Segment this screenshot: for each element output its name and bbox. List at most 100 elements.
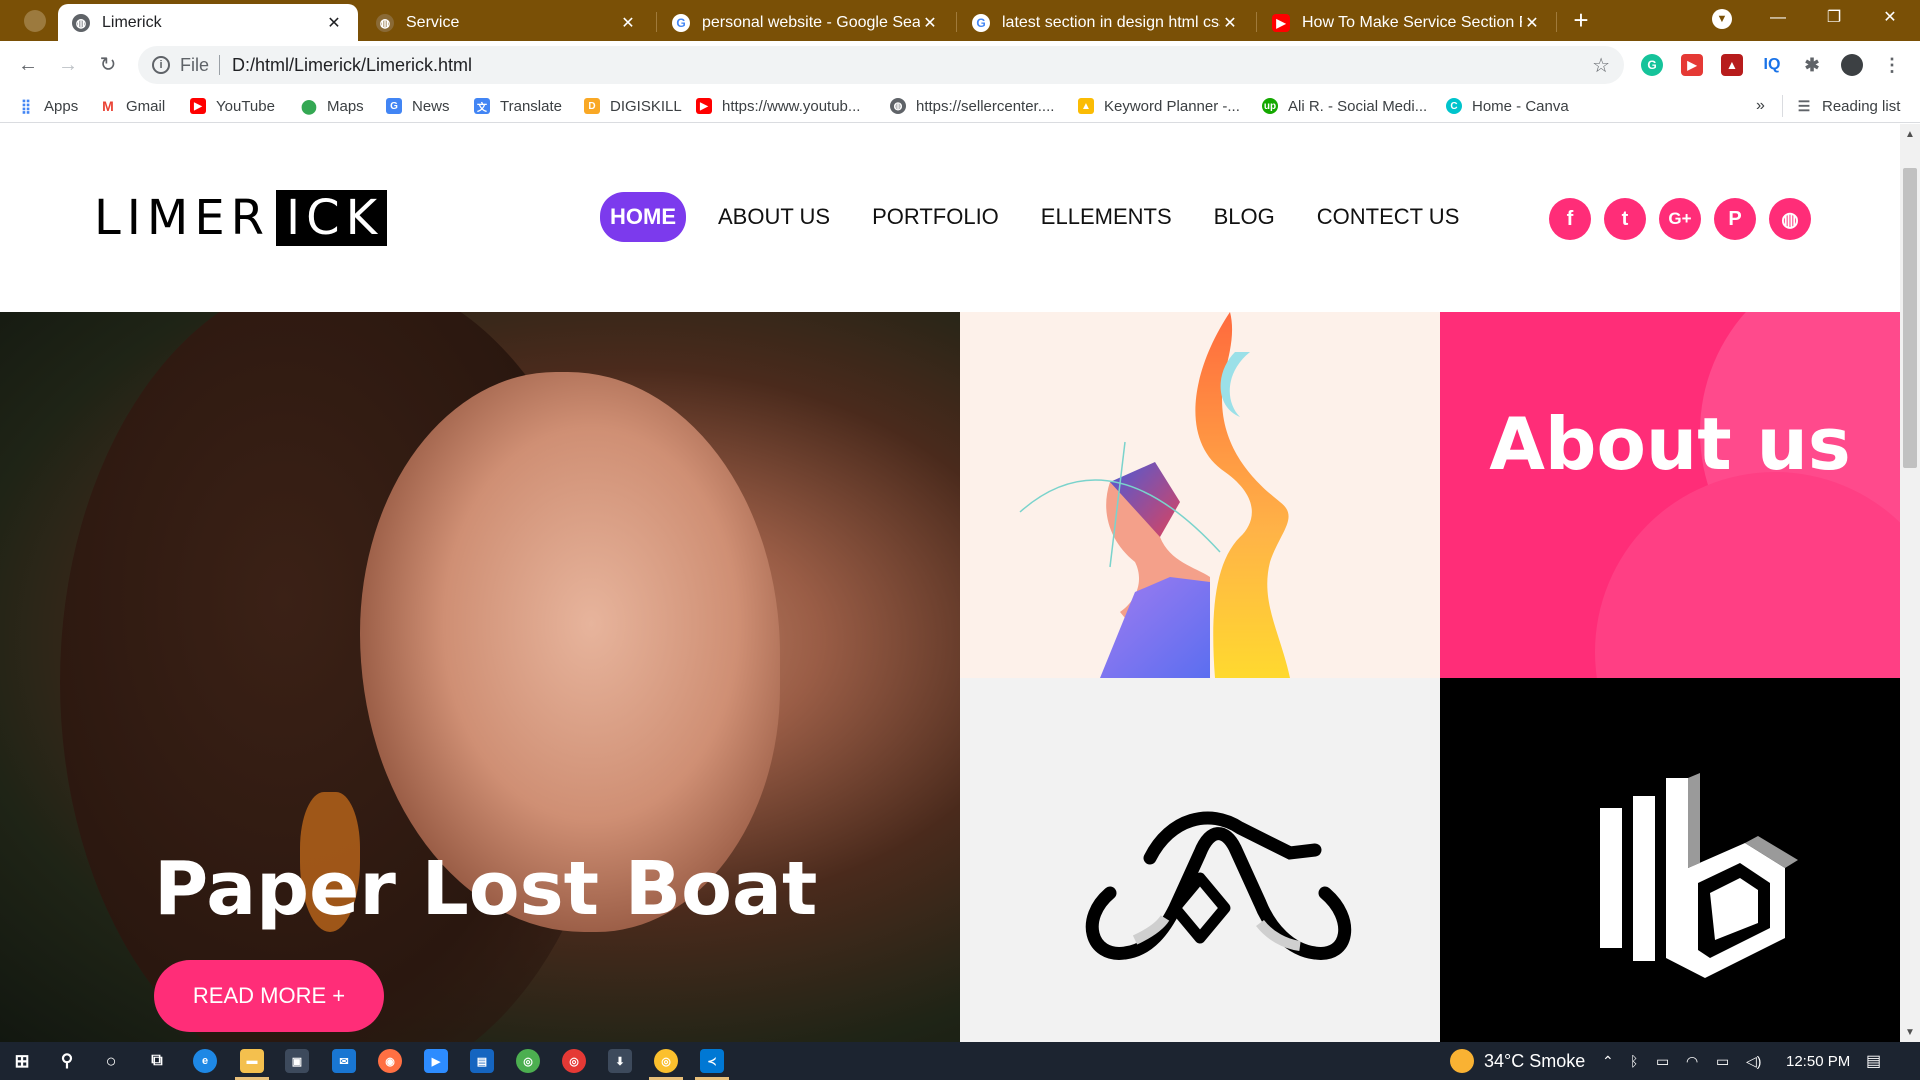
site-logo[interactable]: LIMER ICK [94, 190, 388, 246]
google-plus-icon[interactable]: G+ [1659, 198, 1701, 240]
cortana-circle-icon[interactable]: ○ [99, 1049, 123, 1073]
facebook-icon[interactable]: f [1549, 198, 1591, 240]
wifi-icon[interactable]: ◠ [1686, 1042, 1698, 1080]
edge-icon[interactable]: e [193, 1049, 217, 1073]
window-close-icon[interactable]: ✕ [1862, 0, 1918, 36]
close-tab-icon[interactable]: ✕ [1522, 13, 1542, 33]
bookmark-news[interactable]: G News [386, 95, 450, 117]
gmail-icon: M [100, 98, 116, 114]
calendar-app-icon[interactable]: ▤ [470, 1049, 494, 1073]
menu-item-about-us[interactable]: ABOUT US [718, 204, 830, 230]
youtube-icon: ▶ [1272, 13, 1290, 32]
bookmark-digiskill[interactable]: D DIGISKILL [584, 95, 682, 117]
tab-google-search-1[interactable]: G personal website - Google Search ✕ [658, 4, 954, 41]
pinterest-icon[interactable]: P [1714, 198, 1756, 240]
close-tab-icon[interactable]: ✕ [920, 13, 940, 33]
bookmark-label: DIGISKILL [610, 97, 682, 115]
menu-item-elements[interactable]: ELLEMENTS [1041, 204, 1172, 230]
tab-search-icon[interactable]: ▼ [1694, 0, 1750, 36]
bluetooth-icon[interactable]: ᛒ [1630, 1042, 1638, 1080]
mail-icon[interactable]: ✉ [332, 1049, 356, 1073]
bookmark-keyword-planner[interactable]: ▲ Keyword Planner -... [1078, 95, 1240, 117]
chrome-active-icon[interactable]: ◎ [654, 1049, 678, 1073]
grammarly-icon[interactable]: G [1641, 54, 1663, 76]
browser-toolbar: ← → ↻ i File D:/html/Limerick/Limerick.h… [0, 41, 1920, 89]
extensions-puzzle-icon[interactable]: ✱ [1801, 54, 1823, 76]
menu-item-portfolio[interactable]: PORTFOLIO [872, 204, 999, 230]
notifications-icon[interactable]: ▤ [1866, 1042, 1881, 1080]
meet-now-icon[interactable]: ▭ [1656, 1042, 1669, 1080]
chrome-profile-icon[interactable]: ◎ [562, 1049, 586, 1073]
file-explorer-icon[interactable]: ▬ [240, 1049, 264, 1073]
address-bar[interactable]: i File D:/html/Limerick/Limerick.html ☆ [138, 46, 1624, 84]
tab-limerick[interactable]: ◍ Limerick ✕ [58, 4, 358, 41]
bookmark-label: YouTube [216, 97, 275, 115]
reload-icon[interactable]: ↻ [94, 51, 122, 79]
bookmark-sellercenter[interactable]: ◍ https://sellercenter.... [890, 95, 1054, 117]
bookmark-canva[interactable]: C Home - Canva [1446, 95, 1569, 117]
portfolio-tile-illustration[interactable] [960, 312, 1440, 678]
tab-google-search-2[interactable]: G latest section in design html css ✕ [958, 4, 1254, 41]
chrome-icon[interactable]: ◎ [516, 1049, 540, 1073]
iq-extension-icon[interactable]: IQ [1761, 54, 1783, 76]
site-info-icon[interactable]: i [152, 56, 170, 74]
vscode-icon[interactable]: ≺ [700, 1049, 724, 1073]
windows-start-icon[interactable]: ⊞ [10, 1049, 34, 1073]
bookmark-star-icon[interactable]: ☆ [1592, 53, 1610, 78]
minimize-icon[interactable]: — [1750, 0, 1806, 36]
restore-icon[interactable]: ❐ [1806, 0, 1862, 36]
url-text[interactable]: D:/html/Limerick/Limerick.html [232, 55, 472, 76]
bookmark-upwork[interactable]: up Ali R. - Social Medi... [1262, 95, 1427, 117]
menu-item-blog[interactable]: BLOG [1214, 204, 1275, 230]
bookmark-youtube-url[interactable]: ▶ https://www.youtub... [696, 95, 860, 117]
about-us-tile[interactable]: About us [1440, 312, 1900, 678]
chart-extension-icon[interactable]: ▲ [1721, 54, 1743, 76]
search-icon[interactable]: ⚲ [55, 1049, 79, 1073]
scroll-thumb[interactable] [1903, 168, 1917, 468]
battery-icon[interactable]: ▭ [1716, 1042, 1729, 1080]
menu-item-contact-us[interactable]: CONTECT US [1317, 204, 1460, 230]
tab-youtube[interactable]: ▶ How To Make Service Section For ✕ [1258, 4, 1556, 41]
tray-chevron-icon[interactable]: ⌃ [1602, 1042, 1614, 1080]
scroll-up-arrow-icon[interactable]: ▲ [1900, 126, 1920, 144]
forward-arrow-icon[interactable]: → [54, 51, 82, 79]
portfolio-tile-geometric-logo[interactable] [1440, 678, 1900, 1042]
task-view-icon[interactable]: ⧉ [145, 1049, 169, 1073]
back-arrow-icon[interactable]: ← [14, 51, 42, 79]
portfolio-tile-line-logo[interactable] [960, 678, 1440, 1042]
divider [219, 55, 221, 75]
weather-widget[interactable]: 34°C Smoke [1450, 1042, 1585, 1080]
close-tab-icon[interactable]: ✕ [324, 13, 344, 33]
zoom-icon[interactable]: ▶ [424, 1049, 448, 1073]
tab-service[interactable]: ◍ Service ✕ [362, 4, 652, 41]
reading-list-button[interactable]: ☰ Reading list [1796, 95, 1900, 117]
volume-icon[interactable]: ◁) [1746, 1042, 1761, 1080]
clock[interactable]: 12:50 PM [1786, 1042, 1850, 1080]
read-more-button[interactable]: READ MORE + [154, 960, 384, 1032]
translate-icon: 文 [474, 98, 490, 114]
twitter-icon[interactable]: t [1604, 198, 1646, 240]
menu-item-home[interactable]: HOME [600, 192, 686, 242]
bookmark-maps[interactable]: ⬤ Maps [301, 95, 364, 117]
store-icon[interactable]: ▣ [285, 1049, 309, 1073]
new-tab-button[interactable]: + [1566, 6, 1596, 36]
profile-avatar[interactable] [24, 10, 46, 32]
bookmarks-overflow-button[interactable]: » [1756, 95, 1765, 117]
profile-avatar[interactable] [1841, 54, 1863, 76]
bookmark-label: Gmail [126, 97, 166, 115]
weather-text: 34°C Smoke [1484, 1050, 1586, 1071]
close-tab-icon[interactable]: ✕ [618, 13, 638, 33]
page-scrollbar[interactable]: ▲ ▼ [1900, 124, 1920, 1042]
scroll-down-arrow-icon[interactable]: ▼ [1900, 1024, 1920, 1042]
bookmark-apps[interactable]: ⣿ Apps [18, 95, 78, 117]
bookmark-gmail[interactable]: M Gmail [100, 95, 165, 117]
close-tab-icon[interactable]: ✕ [1220, 13, 1240, 33]
download-app-icon[interactable]: ⬇ [608, 1049, 632, 1073]
chrome-menu-icon[interactable]: ⋮ [1881, 54, 1903, 76]
bookmark-youtube[interactable]: ▶ YouTube [190, 95, 275, 117]
firefox-icon[interactable]: ◉ [378, 1049, 402, 1073]
bookmark-translate[interactable]: 文 Translate [474, 95, 562, 117]
youtube-icon: ▶ [696, 98, 712, 114]
video-extension-icon[interactable]: ▶ [1681, 54, 1703, 76]
globe-icon[interactable]: ◍ [1769, 198, 1811, 240]
